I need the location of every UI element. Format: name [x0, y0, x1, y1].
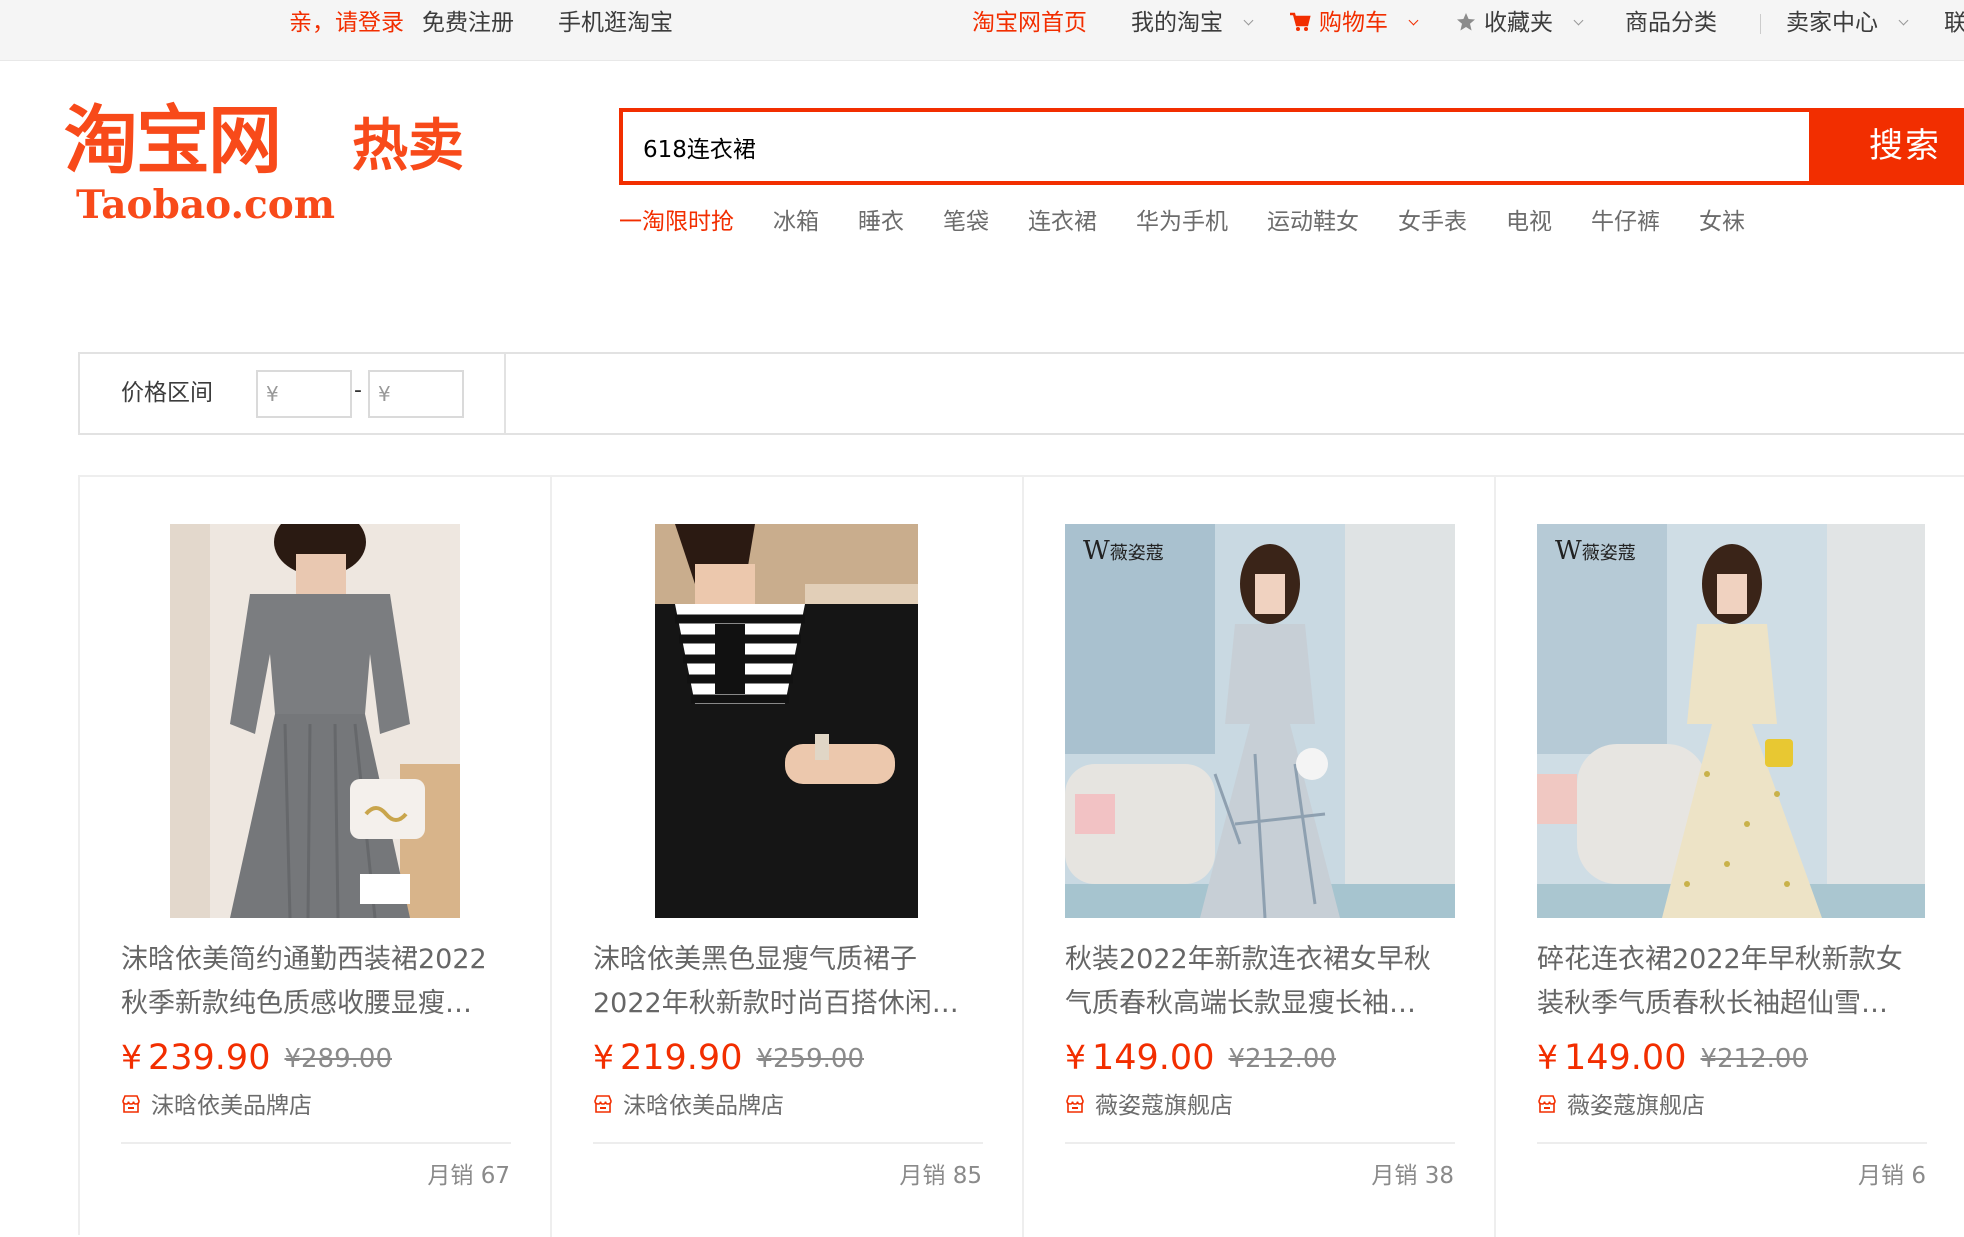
product-grid: 沫晗依美简约通勤西装裙2022 秋季新款纯色质感收腰显瘦… ¥239.90 ¥28… [78, 475, 1964, 1237]
original-price: ¥212.00 [1700, 1044, 1808, 1074]
seller-center-label: 卖家中心 [1786, 10, 1878, 36]
original-price: ¥289.00 [284, 1044, 392, 1074]
product-photo [170, 524, 460, 918]
mobile-taobao-link[interactable]: 手机逛淘宝 [558, 8, 673, 38]
product-card[interactable]: 沫晗依美黑色显瘦气质裙子 2022年秋新款时尚百搭休闲… ¥219.90 ¥259… [552, 477, 1024, 1237]
shop-link[interactable]: 薇姿蔻旗舰店 [1065, 1075, 1455, 1119]
divider [1537, 1142, 1927, 1144]
monthly-sales: 月销 67 [427, 1163, 510, 1189]
product-title[interactable]: 秋装2022年新款连衣裙女早秋 气质春秋高端长款显瘦长袖… [1065, 938, 1460, 1026]
shopping-cart-icon [1290, 12, 1311, 31]
top-nav-bar: 亲，请登录 免费注册 手机逛淘宝 淘宝网首页 我的淘宝 购物车 收藏夹 商品分类… [0, 0, 1964, 61]
monthly-sales: 月销 38 [1371, 1163, 1454, 1189]
monthly-sales: 月销 85 [899, 1163, 982, 1189]
chevron-down-icon [1573, 15, 1584, 26]
logo-subtitle: 热卖 [352, 114, 464, 179]
divider [504, 354, 506, 433]
search-box [619, 108, 1809, 185]
hotword-link[interactable]: 女袜 [1699, 202, 1745, 236]
divider [593, 1142, 983, 1144]
max-price-input[interactable]: ¥ [368, 370, 464, 418]
price-range-dash: - [354, 378, 362, 403]
logo-english: Taobao.com [76, 182, 336, 228]
weizikou-logo: W薇姿蔻 [1083, 536, 1164, 566]
weizikou-logo: W薇姿蔻 [1555, 536, 1636, 566]
hotword-link[interactable]: 一淘限时抢 [619, 202, 734, 236]
my-taobao-menu[interactable]: 我的淘宝 [1131, 8, 1254, 38]
cart-label: 购物车 [1319, 10, 1388, 36]
categories-link[interactable]: 商品分类 [1625, 8, 1717, 38]
original-price: ¥259.00 [756, 1044, 864, 1074]
product-image[interactable] [170, 524, 460, 918]
product-image[interactable]: W薇姿蔻 [1065, 524, 1455, 918]
my-taobao-label: 我的淘宝 [1131, 10, 1223, 36]
shop-icon [594, 1094, 612, 1113]
product-title[interactable]: 碎花连衣裙2022年早秋新款女 装秋季气质春秋长袖超仙雪… [1537, 938, 1932, 1026]
price-filter-bar: 价格区间 ¥ - ¥ [78, 352, 1964, 435]
product-title[interactable]: 沫晗依美黑色显瘦气质裙子 2022年秋新款时尚百搭休闲… [593, 938, 988, 1026]
shop-link[interactable]: 沫晗依美品牌店 [593, 1075, 983, 1119]
product-card[interactable]: 沫晗依美简约通勤西装裙2022 秋季新款纯色质感收腰显瘦… ¥239.90 ¥28… [80, 477, 552, 1237]
contact-link[interactable]: 联 [1944, 8, 1964, 38]
chevron-down-icon [1408, 15, 1419, 26]
star-icon [1457, 12, 1475, 30]
logo-chinese: 淘宝网 [64, 98, 282, 184]
divider [1760, 14, 1761, 34]
price-range-label: 价格区间 [121, 380, 213, 406]
product-card[interactable]: W薇姿蔻 碎花连衣裙2022年早秋新款女 装秋季气质春秋长袖超仙雪… ¥149.… [1496, 477, 1964, 1237]
hot-search-words: 一淘限时抢 冰箱 睡衣 笔袋 连衣裙 华为手机 运动鞋女 女手表 电视 牛仔裤 女袜 [619, 202, 1784, 236]
product-photo [1537, 524, 1925, 918]
product-image[interactable]: W薇姿蔻 [1537, 524, 1925, 918]
monthly-sales: 月销 6 [1858, 1163, 1926, 1189]
product-photo [1065, 524, 1455, 918]
hotword-link[interactable]: 电视 [1506, 202, 1552, 236]
chevron-down-icon [1243, 15, 1254, 26]
hotword-link[interactable]: 笔袋 [943, 202, 989, 236]
product-title[interactable]: 沫晗依美简约通勤西装裙2022 秋季新款纯色质感收腰显瘦… [121, 938, 516, 1026]
chevron-down-icon [1898, 15, 1909, 26]
original-price: ¥212.00 [1228, 1044, 1336, 1074]
search-button[interactable]: 搜索 [1809, 108, 1964, 185]
login-link[interactable]: 亲，请登录 [289, 8, 404, 38]
hotword-link[interactable]: 牛仔裤 [1591, 202, 1660, 236]
shop-icon [122, 1094, 140, 1113]
seller-center-menu[interactable]: 卖家中心 [1786, 8, 1909, 38]
divider [1065, 1142, 1455, 1144]
hotword-link[interactable]: 连衣裙 [1028, 202, 1097, 236]
favorites-menu[interactable]: 收藏夹 [1456, 8, 1584, 38]
shop-link[interactable]: 沫晗依美品牌店 [121, 1075, 511, 1119]
product-photo [655, 524, 918, 918]
register-link[interactable]: 免费注册 [422, 8, 514, 38]
divider [121, 1142, 511, 1144]
product-card[interactable]: W薇姿蔻 秋装2022年新款连衣裙女早秋 气质春秋高端长款显瘦长袖… ¥149.… [1024, 477, 1496, 1237]
taobao-home-link[interactable]: 淘宝网首页 [972, 8, 1087, 38]
favorites-label: 收藏夹 [1484, 10, 1553, 36]
hotword-link[interactable]: 睡衣 [858, 202, 904, 236]
hotword-link[interactable]: 运动鞋女 [1267, 202, 1359, 236]
hotword-link[interactable]: 华为手机 [1136, 202, 1228, 236]
hotword-link[interactable]: 冰箱 [773, 202, 819, 236]
shop-icon [1066, 1094, 1084, 1113]
min-price-input[interactable]: ¥ [256, 370, 352, 418]
taobao-logo[interactable]: 淘宝网 热卖 Taobao.com [64, 98, 504, 238]
hotword-link[interactable]: 女手表 [1398, 202, 1467, 236]
product-image[interactable] [655, 524, 918, 918]
search-input[interactable] [641, 112, 1791, 181]
cart-menu[interactable]: 购物车 [1289, 8, 1419, 38]
shop-link[interactable]: 薇姿蔻旗舰店 [1537, 1075, 1927, 1119]
shop-icon [1538, 1094, 1556, 1113]
